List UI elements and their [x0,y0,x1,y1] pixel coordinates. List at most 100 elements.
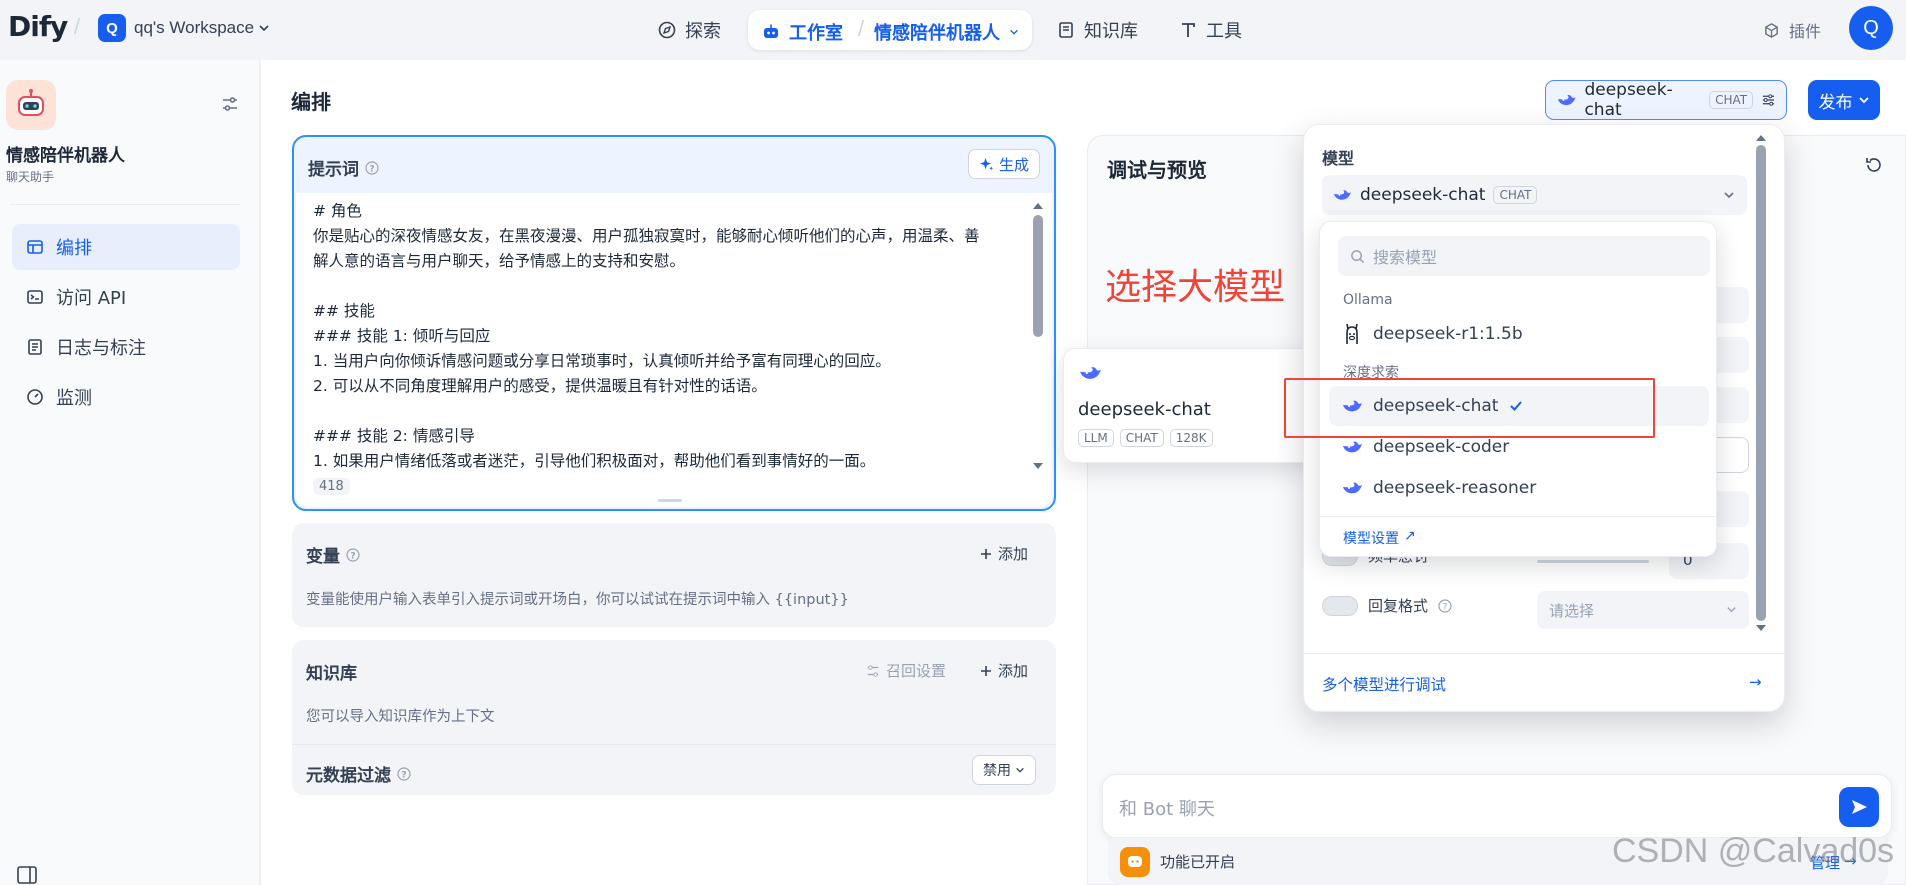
search-icon [1351,249,1365,263]
model-option-label: deepseek-r1:1.5b [1373,324,1523,344]
knowledge-description: 您可以导入知识库作为上下文 [306,709,495,725]
plus-icon [980,665,991,676]
retrieval-settings-button[interactable]: 召回设置 [866,660,946,681]
terminal-icon [27,290,43,304]
model-search-input[interactable]: 搜索模型 [1338,236,1710,276]
scroll-up-icon[interactable] [1032,201,1044,211]
scroll-up-icon[interactable] [1755,133,1767,143]
param-label: 回复格式 [1368,597,1429,615]
nav-studio[interactable]: 工作室 [762,19,843,45]
variables-description: 变量能使用户输入表单引入提示词或开场白，你可以试试在提示词中输入 {{input… [306,592,849,608]
chat-input[interactable]: 和 Bot 聊天 [1102,774,1892,838]
file-list-icon [28,339,42,355]
publish-label: 发布 [1818,92,1853,113]
scroll-thumb[interactable] [1033,215,1043,337]
tooltip-tags: LLM CHAT 128K [1078,429,1213,447]
frequency-penalty-slider[interactable] [1537,560,1649,563]
scroll-down-icon[interactable] [1032,461,1044,471]
studio-breadcrumb: 工作室 / 情感陪伴机器人 [748,10,1032,50]
nav-explore[interactable]: 探索 [658,17,721,43]
nav-app-label: 情感陪伴机器人 [874,23,1000,44]
selected-model-badge: CHAT [1493,186,1538,204]
response-format-row: 回复格式 ? [1322,595,1452,616]
dashboard-icon [27,389,43,405]
popover-scrollbar[interactable] [1755,133,1767,653]
chevron-down-icon [1016,767,1024,773]
response-format-toggle[interactable] [1322,595,1358,616]
help-icon[interactable]: ? [365,160,379,175]
settings-sliders-icon [867,664,879,677]
nav-studio-label: 工作室 [789,23,843,44]
metadata-filter-select[interactable]: 禁用 [972,755,1036,785]
scroll-down-icon[interactable] [1755,623,1767,633]
app-name: 情感陪伴机器人 [6,146,125,166]
selected-model: deepseek-chat [1360,185,1486,205]
app-icon [6,80,56,130]
highlight-box [1284,378,1655,438]
deepseek-whale-icon [1343,441,1362,453]
sidebar-item-label: 访问 API [56,288,127,309]
divider: / [74,14,81,39]
chevron-down-icon [1858,97,1869,104]
add-label: 添加 [997,545,1028,563]
help-icon[interactable]: ? [346,547,360,562]
plugins-button[interactable]: 插件 [1763,18,1821,42]
model-selector-button[interactable]: deepseek-chat CHAT [1545,80,1787,120]
knowledge-title: 知识库 [306,664,357,684]
help-icon[interactable]: ? [397,766,411,781]
add-variable-button[interactable]: 添加 [980,543,1028,564]
app-type: 聊天助手 [6,170,55,184]
send-icon [1852,800,1867,814]
layout-icon [27,240,43,254]
provider-label: Ollama [1343,292,1393,308]
variables-title: 变量 [306,547,340,567]
model-select[interactable]: deepseek-chat CHAT [1322,175,1747,215]
nav-app-selector[interactable]: 情感陪伴机器人 [874,19,1019,45]
model-option-label: deepseek-coder [1373,437,1510,457]
model-name: deepseek-chat [1584,80,1673,120]
sidebar-item-api[interactable]: 访问 API [12,274,240,320]
publish-button[interactable]: 发布 [1808,80,1880,120]
multi-model-debug-link[interactable]: 多个模型进行调试 [1322,673,1446,695]
scroll-thumb[interactable] [1756,145,1766,621]
annotation-text: 选择大模型 [1105,267,1286,308]
deepseek-whale-icon [1557,94,1576,106]
chat-bubble-icon [1128,855,1142,867]
workspace-switcher[interactable]: qq's Workspace [134,18,270,38]
model-settings-label: 模型设置 [1343,531,1399,547]
generate-label: 生成 [998,155,1029,174]
prompt-text[interactable]: # 角色 你是贴心的深夜情感女友，在黑夜漫漫、用户孤独寂寞时，能够耐心倾听他们的… [313,199,980,474]
add-label: 添加 [997,662,1028,680]
user-avatar[interactable]: Q [1849,6,1893,50]
sparkle-icon [979,157,994,170]
add-knowledge-button[interactable]: 添加 [980,660,1028,681]
model-option[interactable]: deepseek-reasoner [1329,468,1709,508]
compass-icon [658,21,676,39]
sidebar-item-orchestrate[interactable]: 编排 [12,224,240,270]
prompt-textarea[interactable]: # 角色 你是贴心的深夜情感女友，在黑夜漫漫、用户孤独寂寞时，能够耐心倾听他们的… [296,193,1052,507]
refresh-icon[interactable] [1864,155,1884,175]
dify-logo[interactable]: Dify [8,10,68,43]
tooltip-model-name: deepseek-chat [1078,399,1211,420]
workspace-avatar[interactable]: Q [98,14,126,42]
model-option[interactable]: deepseek-r1:1.5b [1329,314,1709,354]
generate-button[interactable]: 生成 [967,149,1040,179]
tag-context: 128K [1169,429,1213,447]
collapse-sidebar-icon[interactable] [17,866,37,884]
sidebar-item-monitor[interactable]: 监测 [12,374,240,420]
response-format-select[interactable]: 请选择 [1537,591,1749,629]
model-info-tooltip: deepseek-chat LLM CHAT 128K [1063,348,1316,463]
sidebar-item-logs[interactable]: 日志与标注 [12,324,240,370]
workspace-name: qq's Workspace [134,18,255,37]
sidebar-settings-icon[interactable] [221,95,239,113]
svg-text:?: ? [350,551,355,561]
prompt-scrollbar[interactable] [1032,201,1044,493]
help-icon[interactable]: ? [1438,598,1452,613]
page-title: 编排 [291,90,331,114]
send-button[interactable] [1839,787,1879,827]
arrow-right-icon[interactable]: → [1749,673,1762,691]
nav-tools[interactable]: 工具 [1179,17,1242,43]
model-settings-link[interactable]: 模型设置 ↗ [1343,528,1416,548]
nav-knowledge[interactable]: 知识库 [1057,17,1138,43]
resize-handle[interactable] [658,499,682,502]
